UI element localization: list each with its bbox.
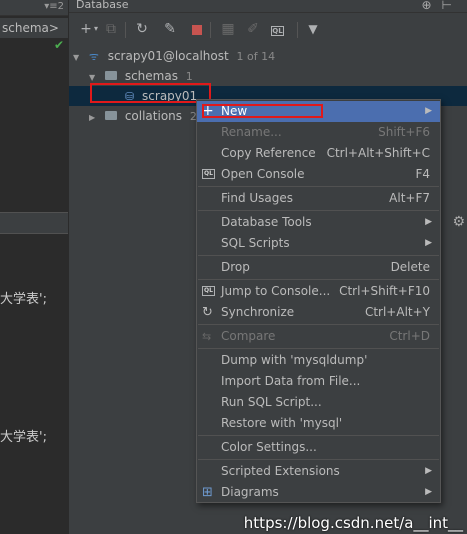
schemas-count: 1 [185, 70, 193, 83]
menu-item-jump-to-console[interactable]: QL Jump to Console... Ctrl+Shift+F10 [197, 281, 440, 302]
console-icon: QL [202, 169, 215, 179]
context-menu: + New ▶ Rename... Shift+F6 Copy Referenc… [196, 99, 441, 503]
folder-icon [104, 71, 117, 80]
connection-label: scrapy01@localhost [107, 49, 229, 63]
editor-divider-bar [0, 212, 68, 234]
editor-line: 大学表'; [0, 430, 47, 445]
watermark-text: https://blog.csdn.net/a__int__ [243, 514, 463, 532]
copy-icon[interactable]: ⧉ [102, 20, 120, 38]
editor-line: 大学表'; [0, 292, 47, 307]
submenu-arrow-icon: ▶ [425, 466, 432, 476]
database-toolbar: + ▾ ⧉ ↻ ✎ ▦ ✐ QL ▼ [69, 16, 467, 44]
diagram-icon: ⊞ [202, 485, 213, 500]
submenu-arrow-icon: ▶ [425, 487, 432, 497]
menu-item-find-usages[interactable]: Find Usages Alt+F7 [197, 188, 440, 209]
compare-icon: ⇆ [202, 330, 212, 343]
menu-item-rename[interactable]: Rename... Shift+F6 [197, 122, 440, 143]
submenu-arrow-icon: ▶ [425, 106, 432, 116]
submenu-arrow-icon: ▶ [425, 217, 432, 227]
menu-item-sql-scripts[interactable]: SQL Scripts ▶ [197, 233, 440, 254]
refresh-icon[interactable]: ↻ [133, 20, 151, 38]
schemas-label: schemas [124, 69, 178, 83]
stop-icon[interactable] [192, 25, 202, 35]
menu-item-color-settings[interactable]: Color Settings... [197, 437, 440, 458]
tree-collations[interactable]: ▶ collations 22 [89, 106, 204, 126]
sql-console-icon[interactable]: QL [271, 26, 284, 36]
menu-item-dump-mysqldump[interactable]: Dump with 'mysqldump' [197, 350, 440, 371]
expand-arrow-icon[interactable]: ▼ [73, 48, 85, 68]
connection-count: 1 of 14 [236, 50, 276, 63]
collapse-arrow-icon[interactable]: ▶ [89, 108, 101, 128]
submenu-arrow-icon: ▶ [425, 238, 432, 248]
menu-item-run-sql-script[interactable]: Run SQL Script... [197, 392, 440, 413]
annotation-box-new [202, 104, 323, 118]
gutter-control[interactable]: ▾≡2 [44, 1, 64, 12]
menu-item-compare[interactable]: ⇆ Compare Ctrl+D [197, 326, 440, 347]
edit-properties-icon[interactable]: ✎ [161, 20, 179, 38]
menu-item-open-console[interactable]: QL Open Console F4 [197, 164, 440, 185]
tree-connection[interactable]: ▼ ᯤ scrapy01@localhost 1 of 14 [73, 46, 275, 66]
menu-item-import-data[interactable]: Import Data from File... [197, 371, 440, 392]
menu-item-scripted-extensions[interactable]: Scripted Extensions ▶ [197, 461, 440, 482]
editor-panel: ▾≡2 schema> ✔ 大学表'; 大学表'; [0, 0, 68, 534]
sync-icon: ↻ [202, 305, 213, 320]
editor-top-bar: ▾≡2 [0, 0, 68, 16]
check-icon: ✔ [54, 38, 65, 52]
database-title: Database [76, 0, 129, 11]
annotation-box-schema [90, 83, 211, 103]
schema-breadcrumb[interactable]: schema> [0, 18, 68, 38]
menu-item-database-tools[interactable]: Database Tools ▶ [197, 212, 440, 233]
menu-item-synchronize[interactable]: ↻ Synchronize Ctrl+Alt+Y [197, 302, 440, 323]
mysql-connection-icon: ᯤ [88, 50, 99, 63]
table-icon[interactable]: ▦ [219, 20, 237, 38]
gear-icon[interactable]: ⚙ [452, 214, 465, 230]
filter-icon[interactable]: ▼ [304, 20, 322, 38]
header-settings-icon[interactable]: ⊕⊢ [421, 0, 462, 12]
menu-item-restore-mysql[interactable]: Restore with 'mysql' [197, 413, 440, 434]
folder-icon [104, 111, 117, 120]
edit-icon[interactable]: ✐ [244, 20, 262, 38]
collations-label: collations [124, 109, 183, 123]
menu-item-copy-reference[interactable]: Copy Reference Ctrl+Alt+Shift+C [197, 143, 440, 164]
menu-item-diagrams[interactable]: ⊞ Diagrams ▶ [197, 482, 440, 503]
menu-item-drop[interactable]: Drop Delete [197, 257, 440, 278]
database-header: Database ⊕⊢ [69, 0, 467, 13]
console-icon: QL [202, 286, 215, 296]
